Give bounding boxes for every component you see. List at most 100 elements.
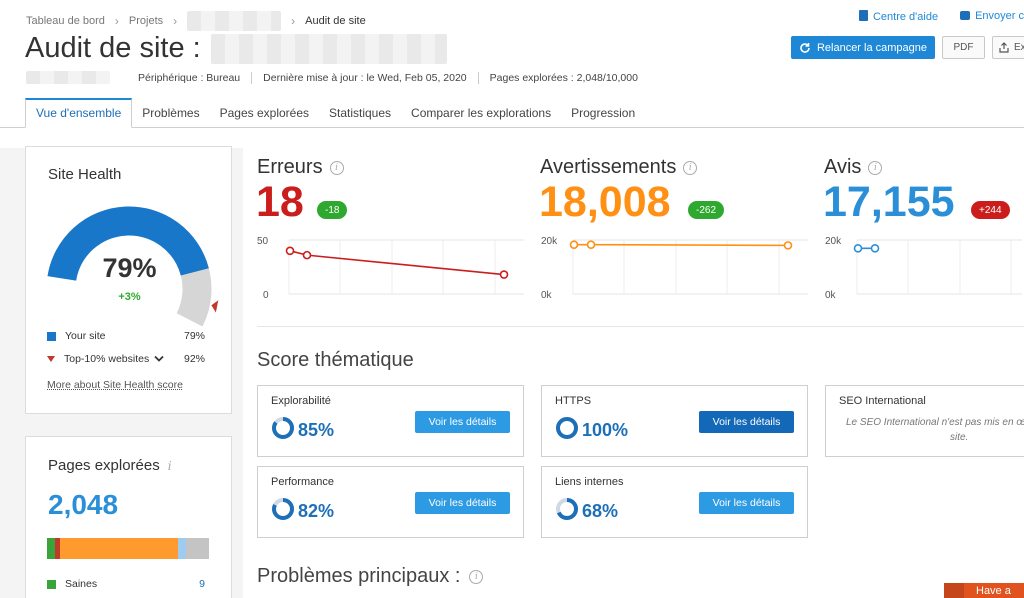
tab-overview[interactable]: Vue d'ensemble: [25, 98, 133, 128]
legend-label: Your site: [65, 330, 106, 342]
notices-title: Avis i: [824, 156, 883, 179]
help-center-label: Centre d'aide: [872, 11, 939, 23]
page-title-text: Audit de site :: [25, 32, 201, 64]
data-point: [569, 240, 579, 249]
legend-value: 79%: [183, 330, 205, 342]
view-details-button[interactable]: Voir les détails: [699, 411, 794, 433]
score-ring-icon: [556, 498, 578, 520]
notices-delta-badge: +244: [971, 201, 1010, 219]
bar-segment-have-issues[interactable]: [59, 538, 179, 559]
data-point: [870, 244, 880, 253]
thematic-score-title: Score thématique: [257, 349, 414, 371]
pdf-button[interactable]: PDF: [942, 36, 985, 59]
thematic-card: HTTPS 100% Voir les détails: [541, 385, 808, 457]
legend-healthy[interactable]: Saines 9: [47, 578, 205, 590]
tab-progress[interactable]: Progression: [561, 98, 645, 128]
more-about-health-link[interactable]: More about Site Health score: [47, 379, 183, 391]
crawled-pages-bar: [47, 538, 209, 559]
bar-segment-blocked[interactable]: [186, 538, 209, 559]
chevron-right-icon: ›: [291, 14, 296, 28]
seo-international-text: Le SEO International n'est pas mis en œ: [846, 417, 1024, 428]
crawled-pages-count[interactable]: 2,048: [48, 489, 118, 521]
thematic-card-score[interactable]: 85%: [298, 420, 334, 441]
legend-top10[interactable]: Top-10% websites 92%: [47, 353, 205, 365]
legend-swatch: [47, 331, 56, 341]
info-icon[interactable]: i: [868, 160, 883, 175]
view-details-button[interactable]: Voir les détails: [699, 492, 794, 514]
site-health-title: Site Health: [48, 166, 122, 183]
legend-your-site: Your site 79%: [47, 330, 205, 342]
seo-international-text2: site.: [950, 432, 969, 443]
meta-device: Périphérique : Bureau: [138, 71, 241, 84]
y-tick-label: 0: [263, 290, 269, 301]
send-feedback-link[interactable]: Envoyer c: [960, 10, 1024, 23]
y-tick-label: 20k: [541, 236, 558, 247]
divider: [251, 71, 253, 84]
rerun-campaign-button[interactable]: Relancer la campagne: [791, 36, 935, 59]
tab-issues[interactable]: Problèmes: [132, 98, 209, 128]
seo-international-card: SEO International Le SEO International n…: [825, 385, 1024, 457]
y-tick-label: 20k: [825, 236, 842, 247]
errors-title-text: Erreurs: [257, 156, 323, 178]
y-tick-label: 0k: [825, 290, 837, 301]
bar-segment-healthy[interactable]: [47, 538, 56, 559]
export-icon: [999, 42, 1009, 53]
view-details-button[interactable]: Voir les détails: [415, 492, 510, 514]
info-icon[interactable]: i: [683, 160, 698, 175]
warnings-delta-badge: -262: [688, 201, 725, 219]
breadcrumb-project-redacted[interactable]: [187, 11, 282, 31]
seo-international-title: SEO International: [839, 395, 926, 407]
series-line: [574, 243, 789, 247]
help-center-link[interactable]: Centre d'aide: [858, 10, 939, 23]
info-icon[interactable]: i: [469, 569, 484, 584]
breadcrumb-projects[interactable]: Projets: [129, 15, 163, 27]
breadcrumb: Tableau de bord › Projets › › Audit de s…: [26, 11, 366, 31]
meta-updated: Dernière mise à jour : le Wed, Feb 05, 2…: [263, 71, 467, 84]
thematic-card-title: Explorabilité: [271, 395, 331, 407]
site-health-delta: +3%: [118, 291, 141, 303]
tab-statistics[interactable]: Statistiques: [319, 98, 401, 128]
chevron-right-icon: ›: [173, 14, 178, 28]
info-icon[interactable]: i: [168, 459, 172, 473]
chevron-down-icon: [154, 355, 164, 362]
chevron-right-icon: ›: [114, 14, 119, 28]
notices-title-text: Avis: [824, 156, 862, 178]
legend-value: 9: [199, 578, 205, 590]
thematic-card-score[interactable]: 68%: [582, 501, 618, 522]
tab-crawled-pages[interactable]: Pages explorées: [210, 98, 319, 128]
data-point: [285, 246, 295, 256]
divider: [257, 326, 1024, 327]
crawled-pages-title-text: Pages explorées: [48, 457, 160, 474]
breadcrumb-dashboard[interactable]: Tableau de bord: [26, 15, 105, 27]
pdf-label: PDF: [953, 42, 974, 53]
legend-swatch: [47, 579, 56, 589]
errors-value[interactable]: 18: [256, 178, 304, 227]
triangle-marker-icon: [47, 356, 55, 362]
help-links: Centre d'aide Envoyer c: [858, 10, 1024, 23]
thematic-card-title: Liens internes: [555, 476, 624, 488]
bar-segment-redirected[interactable]: [178, 538, 187, 559]
warnings-trend-chart: 20k 0k: [541, 236, 808, 301]
tab-compare-crawls[interactable]: Comparer les explorations: [401, 98, 561, 128]
book-icon: [858, 10, 868, 21]
series-line: [289, 250, 505, 276]
thematic-card-score[interactable]: 100%: [582, 420, 628, 441]
notices-trend-chart: 20k 0k: [825, 236, 1022, 301]
errors-delta-badge: -18: [317, 201, 348, 219]
legend-label: Saines: [65, 578, 98, 590]
chat-widget-button[interactable]: Have a: [944, 583, 1024, 598]
top-issues-title-text: Problèmes principaux :: [257, 565, 461, 587]
export-button[interactable]: Ex: [992, 36, 1024, 59]
info-icon[interactable]: i: [329, 160, 344, 175]
thematic-card: Liens internes 68% Voir les détails: [541, 466, 808, 538]
chat-icon: [944, 583, 964, 598]
notices-value[interactable]: 17,155: [823, 178, 955, 227]
data-point: [586, 240, 596, 249]
meta-pages: Pages explorées : 2,048/10,000: [489, 71, 638, 84]
tab-bar: Vue d'ensemble Problèmes Pages explorées…: [25, 98, 645, 128]
thematic-card-score[interactable]: 82%: [298, 501, 334, 522]
view-details-button[interactable]: Voir les détails: [415, 411, 510, 433]
errors-title: Erreurs i: [257, 156, 344, 179]
warnings-value[interactable]: 18,008: [539, 178, 671, 227]
y-tick-label: 0k: [541, 290, 553, 301]
